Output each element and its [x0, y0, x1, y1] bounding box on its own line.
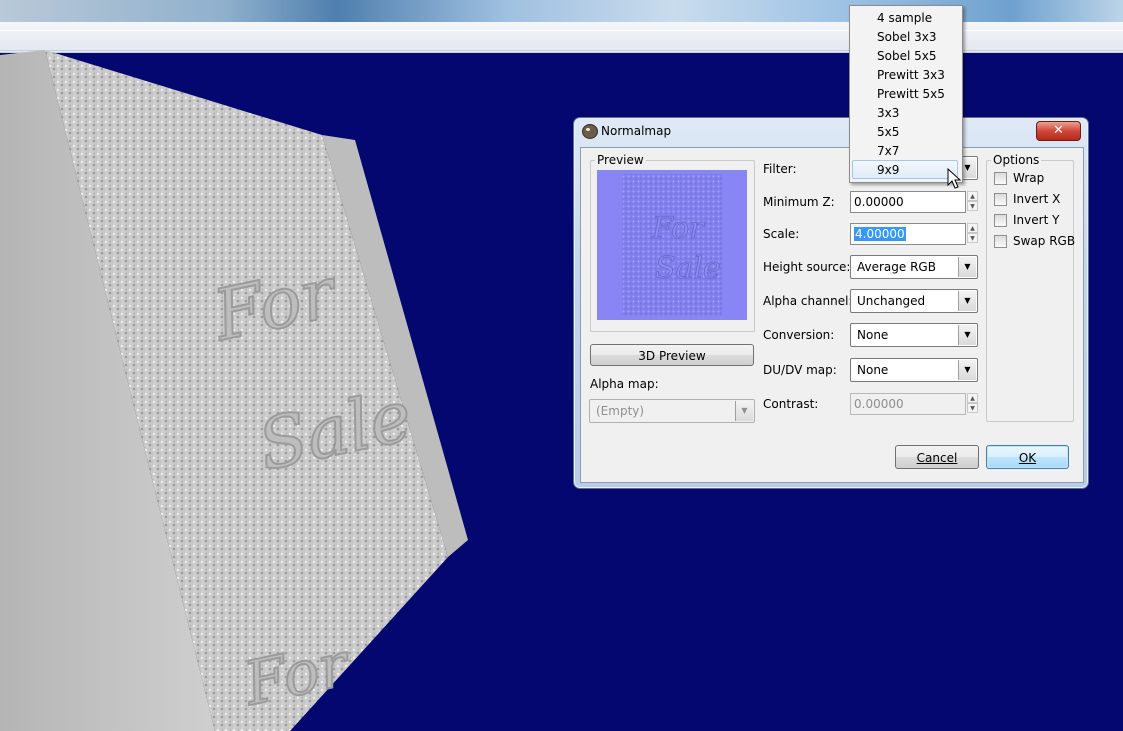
contrast-input[interactable]: 0.00000: [850, 393, 966, 415]
invert-y-checkbox[interactable]: [994, 214, 1007, 227]
invert-x-checkbox[interactable]: [994, 193, 1007, 206]
chevron-down-icon: ▼: [735, 401, 753, 421]
preview-group: Preview For Sale: [590, 153, 755, 332]
chevron-down-icon: ▼: [958, 291, 976, 311]
cancel-button[interactable]: Cancel: [895, 445, 979, 469]
dropdown-item-prewitt-3x3[interactable]: Prewitt 3x3: [852, 65, 958, 84]
ok-button[interactable]: OK: [986, 445, 1069, 469]
dropdown-item-sobel-5x5[interactable]: Sobel 5x5: [852, 46, 958, 65]
spin-up-icon[interactable]: ▲: [967, 393, 978, 403]
dropdown-item-prewitt-5x5[interactable]: Prewitt 5x5: [852, 84, 958, 103]
conversion-combo[interactable]: None ▼: [850, 323, 978, 347]
spin-down-icon[interactable]: ▼: [967, 403, 978, 413]
alpha-channel-label: Alpha channel:: [763, 294, 853, 308]
contrast-spinner[interactable]: ▲ ▼: [967, 393, 978, 415]
alpha-map-label: Alpha map:: [590, 377, 659, 391]
swap-rgb-label: Swap RGB: [1013, 234, 1076, 248]
minimum-z-label: Minimum Z:: [763, 195, 835, 209]
invert-y-label: Invert Y: [1013, 213, 1060, 227]
svg-text:Sale: Sale: [655, 251, 721, 286]
wrap-label: Wrap: [1013, 171, 1045, 185]
invert-x-label: Invert X: [1013, 192, 1061, 206]
height-source-combo[interactable]: Average RGB ▼: [850, 255, 978, 279]
alpha-map-value: (Empty): [596, 404, 645, 418]
contrast-label: Contrast:: [763, 397, 819, 411]
swap-rgb-checkbox[interactable]: [994, 235, 1007, 248]
spin-up-icon[interactable]: ▲: [967, 223, 978, 233]
conversion-value: None: [857, 328, 889, 342]
height-source-label: Height source:: [763, 260, 851, 274]
normalmap-preview-image: For Sale: [597, 170, 747, 320]
scale-spinner[interactable]: ▲ ▼: [967, 223, 978, 245]
gimp-icon: [582, 124, 598, 139]
close-button[interactable]: ✕: [1036, 121, 1081, 141]
dropdown-item-5x5[interactable]: 5x5: [852, 122, 958, 141]
minimum-z-value: 0.00000: [854, 195, 904, 209]
scale-label: Scale:: [763, 227, 800, 241]
dudv-map-label: DU/DV map:: [763, 363, 837, 377]
close-icon: ✕: [1053, 123, 1064, 138]
options-group: Options Wrap Invert X Invert Y Swap RGB: [986, 153, 1076, 422]
options-group-label: Options: [991, 153, 1042, 167]
svg-text:For: For: [651, 211, 705, 246]
dropdown-item-4-sample[interactable]: 4 sample: [852, 8, 958, 27]
filter-label: Filter:: [763, 162, 797, 176]
scale-input[interactable]: 4.00000: [850, 223, 966, 245]
dropdown-item-3x3[interactable]: 3x3: [852, 103, 958, 122]
dialog-client-area: Preview For Sale 3D Preview Alpha map: (…: [580, 147, 1084, 483]
preview-group-label: Preview: [595, 153, 646, 167]
contrast-value: 0.00000: [854, 397, 904, 411]
dialog-title: Normalmap: [601, 124, 672, 138]
filter-dropdown-list: 4 sample Sobel 3x3 Sobel 5x5 Prewitt 3x3…: [849, 5, 963, 183]
mouse-cursor-icon: [947, 168, 962, 189]
spin-up-icon[interactable]: ▲: [967, 191, 978, 201]
wrap-checkbox[interactable]: [994, 172, 1007, 185]
alpha-map-combo[interactable]: (Empty) ▼: [589, 399, 755, 423]
dropdown-item-sobel-3x3[interactable]: Sobel 3x3: [852, 27, 958, 46]
spin-down-icon[interactable]: ▼: [967, 233, 978, 243]
normalmap-dialog: Normalmap ✕ Preview For Sale 3D Preview …: [573, 117, 1089, 489]
conversion-label: Conversion:: [763, 328, 835, 342]
ok-button-label: OK: [1018, 451, 1037, 465]
dudv-map-combo[interactable]: None ▼: [850, 358, 978, 382]
dudv-map-value: None: [857, 363, 889, 377]
dropdown-item-7x7[interactable]: 7x7: [852, 141, 958, 160]
spin-down-icon[interactable]: ▼: [967, 201, 978, 211]
height-source-value: Average RGB: [857, 260, 936, 274]
minimum-z-input[interactable]: 0.00000: [850, 191, 966, 213]
chevron-down-icon: ▼: [958, 360, 976, 380]
scale-value: 4.00000: [854, 227, 906, 241]
3d-preview-button[interactable]: 3D Preview: [590, 344, 754, 366]
chevron-down-icon: ▼: [958, 325, 976, 345]
dropdown-item-9x9[interactable]: 9x9: [852, 160, 958, 179]
cancel-button-label: Cancel: [916, 451, 958, 465]
alpha-channel-combo[interactable]: Unchanged ▼: [850, 289, 978, 313]
3d-preview-render: For Sale For: [0, 50, 468, 731]
alpha-channel-value: Unchanged: [857, 294, 926, 308]
minimum-z-spinner[interactable]: ▲ ▼: [967, 191, 978, 213]
chevron-down-icon: ▼: [958, 257, 976, 277]
